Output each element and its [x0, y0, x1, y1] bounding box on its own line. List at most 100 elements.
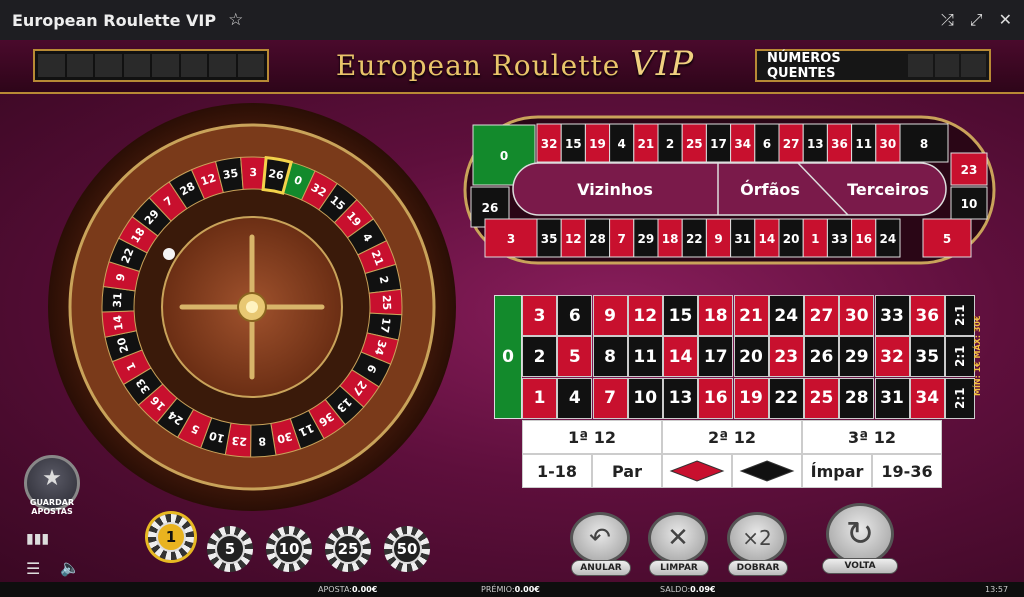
- grid-number-cell[interactable]: 26: [804, 336, 839, 378]
- stats-icon[interactable]: ▮▮▮: [26, 531, 49, 547]
- grid-number-cell[interactable]: 24: [768, 295, 804, 336]
- grid-number-cell[interactable]: 2: [522, 336, 557, 378]
- logo-main-text: European Roulette: [335, 49, 621, 82]
- window-titlebar: European Roulette VIP ☆ ⤮ ⤢ ✕: [0, 0, 1024, 41]
- undo-icon: ↶: [589, 523, 611, 553]
- grid-zero[interactable]: 0: [494, 295, 522, 419]
- grid-number-cell[interactable]: 11: [627, 336, 663, 378]
- racetrack-number: 27: [783, 137, 800, 151]
- grid-number-cell[interactable]: 35: [909, 336, 945, 378]
- undo-button[interactable]: ↶: [570, 512, 630, 564]
- racetrack-number: 1: [811, 232, 819, 246]
- grid-number-cell[interactable]: 7: [592, 377, 628, 419]
- grid-number-cell[interactable]: 29: [839, 336, 875, 378]
- dozen-2[interactable]: 2ª 12: [662, 420, 802, 454]
- racetrack-betting-area[interactable]: 32 15 19 4 21 2 25 17 34 6 27 13 36 11 30 35 12 28 7 29 18 22…: [463, 115, 996, 265]
- grid-number-cell[interactable]: 8: [592, 336, 628, 378]
- racetrack-terceiros[interactable]: Terceiros: [847, 180, 929, 199]
- bet-odd[interactable]: Ímpar: [802, 454, 872, 488]
- menu-icon[interactable]: ☰: [26, 559, 40, 578]
- chip-1[interactable]: 1: [148, 514, 194, 560]
- grid-number-cell[interactable]: 4: [557, 377, 593, 419]
- grid-number-cell[interactable]: 16: [698, 377, 734, 419]
- chip-10[interactable]: 10: [266, 526, 312, 572]
- spin-button[interactable]: ↻: [826, 503, 894, 565]
- chip-25[interactable]: 25: [325, 526, 371, 572]
- grid-number-cell[interactable]: 18: [698, 295, 734, 336]
- double-icon: ×2: [742, 526, 772, 550]
- clear-button[interactable]: ✕: [648, 512, 708, 564]
- grid-number-cell[interactable]: 27: [804, 295, 839, 336]
- column-bet[interactable]: 2:1: [945, 377, 975, 419]
- column-bet[interactable]: 2:1: [945, 336, 975, 378]
- grid-number-cell[interactable]: 3: [522, 295, 557, 336]
- grid-number-cell[interactable]: 9: [592, 295, 628, 336]
- chip-5[interactable]: 5: [207, 526, 253, 572]
- grid-number-cell[interactable]: 30: [839, 295, 875, 336]
- racetrack-number: 24: [880, 232, 897, 246]
- grid-number-cell[interactable]: 34: [909, 377, 945, 419]
- grid-number-cell[interactable]: 10: [627, 377, 663, 419]
- grid-number-cell[interactable]: 31: [874, 377, 910, 419]
- chip-value: 50: [392, 534, 422, 564]
- grid-number-cell[interactable]: 6: [557, 295, 593, 336]
- bet-high[interactable]: 19-36: [872, 454, 942, 488]
- racetrack-number: 35: [541, 232, 558, 246]
- win-amount-label: PRÉMIO:: [481, 585, 515, 594]
- racetrack-number: 26: [482, 201, 499, 215]
- grid-number-cell[interactable]: 22: [768, 377, 804, 419]
- favorite-star-icon[interactable]: ☆: [228, 10, 243, 30]
- grid-number-cell[interactable]: 25: [804, 377, 839, 419]
- bet-black[interactable]: [732, 454, 802, 488]
- grid-number-cell[interactable]: 1: [522, 377, 557, 419]
- grid-number-cell[interactable]: 12: [627, 295, 663, 336]
- sound-icon[interactable]: 🔈: [60, 558, 80, 577]
- bet-high-label: 19-36: [881, 461, 933, 481]
- shuffle-icon[interactable]: ⤮: [941, 10, 954, 30]
- fullscreen-icon[interactable]: ⤢: [970, 10, 983, 30]
- bet-red[interactable]: [662, 454, 732, 488]
- balance-value: 0.09€: [690, 585, 716, 594]
- grid-number-cell[interactable]: 28: [839, 377, 875, 419]
- grid-number-cell[interactable]: 19: [733, 377, 769, 419]
- dozen-3[interactable]: 3ª 12: [802, 420, 942, 454]
- racetrack-vizinhos[interactable]: Vizinhos: [577, 180, 653, 199]
- wheel-pocket-number: 26: [267, 167, 285, 183]
- grid-number-cell[interactable]: 36: [909, 295, 945, 336]
- dozen-1[interactable]: 1ª 12: [522, 420, 662, 454]
- racetrack-number: 16: [855, 232, 872, 246]
- racetrack-number: 32: [541, 137, 558, 151]
- racetrack-number: 22: [686, 232, 703, 246]
- chip-50[interactable]: 50: [384, 526, 430, 572]
- racetrack-graphic[interactable]: 32 15 19 4 21 2 25 17 34 6 27 13 36 11 3035 12 28 7 29 18 22…: [463, 115, 996, 265]
- bet-low[interactable]: 1-18: [522, 454, 592, 488]
- logo-vip-text: VIP: [630, 44, 695, 84]
- bet-even[interactable]: Par: [592, 454, 662, 488]
- racetrack-number: 31: [734, 232, 751, 246]
- grid-number-cell[interactable]: 33: [874, 295, 910, 336]
- bet-odd-label: Ímpar: [810, 461, 864, 481]
- grid-number-cell[interactable]: 17: [698, 336, 734, 378]
- grid-number-cell[interactable]: 5: [557, 336, 593, 378]
- grid-number-cell[interactable]: 15: [663, 295, 698, 336]
- racetrack-number: 4: [618, 137, 626, 151]
- column-bet[interactable]: 2:1: [945, 295, 975, 336]
- grid-number-cell[interactable]: 14: [663, 336, 698, 378]
- grid-number-cell[interactable]: 20: [733, 336, 769, 378]
- racetrack-number: 20: [783, 232, 800, 246]
- racetrack-number: 23: [961, 163, 978, 177]
- close-icon[interactable]: ✕: [999, 10, 1012, 30]
- wheel-pocket-number: 3: [249, 166, 257, 179]
- betting-grid[interactable]: 0 3 6 9 12 15 18 21 24 27 30 33 36 2:1 2 5 8 11 14 17 20 23 26…: [494, 295, 975, 420]
- grid-number-cell[interactable]: 13: [663, 377, 698, 419]
- roulette-wheel-graphic: 0321519421225173462713361130823105241633…: [48, 103, 456, 511]
- racetrack-orfaos[interactable]: Órfãos: [740, 180, 800, 199]
- hot-numbers-label: NÚMEROS QUENTES: [767, 50, 841, 81]
- racetrack-number: 36: [831, 137, 848, 151]
- grid-number-cell[interactable]: 32: [874, 336, 910, 378]
- table-limits: MÍN: 1€ MÁX: 30€: [973, 315, 982, 397]
- grid-number-cell[interactable]: 21: [733, 295, 769, 336]
- grid-number-cell[interactable]: 23: [768, 336, 804, 378]
- double-button[interactable]: ×2: [727, 512, 787, 564]
- racetrack-number: 6: [763, 137, 771, 151]
